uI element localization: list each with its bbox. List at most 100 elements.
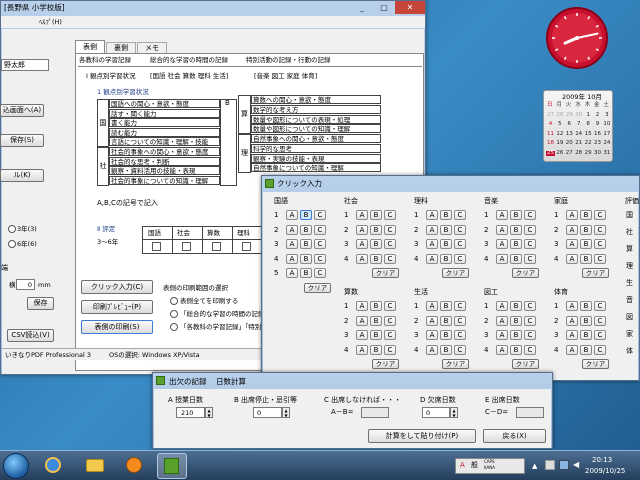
calendar-day[interactable]: 26 (555, 150, 564, 157)
calendar-day[interactable]: 12 (555, 131, 564, 138)
calendar-day[interactable]: 30 (574, 112, 583, 119)
taskbar-media-icon[interactable] (126, 457, 142, 473)
choice-a-button[interactable]: A (496, 344, 508, 355)
calendar-day[interactable]: 14 (574, 131, 583, 138)
calendar-day[interactable]: 7 (574, 121, 583, 128)
choice-b-button[interactable]: B (440, 315, 452, 326)
choice-b-button[interactable]: B (300, 253, 312, 264)
choice-a-button[interactable]: A (566, 239, 578, 249)
calendar-day[interactable]: 30 (593, 150, 602, 157)
save-button[interactable]: 保存(S) (0, 134, 44, 147)
choice-a-button[interactable]: A (566, 344, 578, 355)
choice-a-button[interactable]: A (496, 224, 508, 235)
choice-a-button[interactable]: A (356, 330, 368, 340)
choice-c-button[interactable]: C (594, 253, 606, 264)
section-tab-subjects[interactable]: 各教科の学習記録 (79, 57, 131, 64)
choice-a-button[interactable]: A (496, 315, 508, 326)
attendance-titlebar[interactable]: 出欠の記録 日数計算 (153, 373, 552, 388)
choice-a-button[interactable]: A (566, 315, 578, 326)
choice-a-button[interactable]: A (426, 315, 438, 326)
clear-button[interactable]: クリア (372, 359, 399, 369)
choice-b-button[interactable]: B (370, 239, 382, 249)
calc-paste-button[interactable]: 計算をして貼り付け(P) (368, 429, 476, 443)
calendar-day[interactable]: 22 (584, 140, 593, 147)
choice-c-button[interactable]: C (594, 330, 606, 340)
choice-a-button[interactable]: A (356, 315, 368, 326)
back-button[interactable]: 戻る(X) (483, 429, 546, 443)
choice-c-button[interactable]: C (314, 224, 326, 235)
tray-arrow-icon[interactable]: ▲ (532, 462, 540, 470)
close-button[interactable]: ✕ (395, 1, 425, 14)
calendar-day[interactable]: 9 (593, 121, 602, 128)
clock-date[interactable]: 2009/10/25 (585, 468, 625, 475)
choice-c-button[interactable]: C (314, 239, 326, 249)
tab-front[interactable]: 表側 (75, 40, 105, 53)
choice-b-button[interactable]: B (440, 239, 452, 249)
calendar-day[interactable]: 31 (602, 150, 611, 157)
section-tab-special[interactable]: 特別活動の記録・行動の記録 (246, 57, 331, 64)
menu-help[interactable]: ﾍﾙﾌﾟ(H) (39, 19, 62, 26)
clear-button[interactable]: クリア (442, 359, 469, 369)
main-titlebar[interactable]: [長野県 小学校版] _ □ ✕ (1, 1, 427, 15)
eval-box-sansu[interactable] (212, 242, 221, 251)
calendar-day[interactable]: 18 (546, 140, 555, 147)
calendar-day[interactable]: 29 (584, 150, 593, 157)
clear-button[interactable]: クリア (442, 268, 469, 278)
choice-c-button[interactable]: C (454, 224, 466, 235)
choice-a-button[interactable]: A (566, 330, 578, 340)
choice-a-button[interactable]: A (286, 253, 298, 264)
choice-b-button[interactable]: B (370, 344, 382, 355)
choice-a-button[interactable]: A (496, 301, 508, 311)
choice-c-button[interactable]: C (594, 210, 606, 220)
maximize-button[interactable]: □ (373, 1, 395, 14)
choice-b-button[interactable]: B (580, 315, 592, 326)
choice-c-button[interactable]: C (594, 315, 606, 326)
start-button[interactable] (3, 453, 29, 479)
click-input-button[interactable]: クリック入力(C) (81, 280, 153, 294)
print-integrated-radio[interactable] (170, 310, 178, 318)
choice-b-button[interactable]: B (370, 301, 382, 311)
choice-b-button[interactable]: B (580, 210, 592, 220)
choice-c-button[interactable]: C (454, 344, 466, 355)
eval-box-rika[interactable] (242, 242, 251, 251)
clear-button[interactable]: クリア (372, 268, 399, 278)
choice-b-button[interactable]: B (510, 253, 522, 264)
choice-b-button[interactable]: B (580, 224, 592, 235)
choice-b-button[interactable]: B (440, 301, 452, 311)
choice-a-button[interactable]: A (566, 301, 578, 311)
choice-b-button[interactable]: B (510, 224, 522, 235)
choice-a-button[interactable]: A (426, 210, 438, 220)
suspension-spinner[interactable]: ▲ ▼ (282, 407, 290, 418)
choice-b-button[interactable]: B (440, 330, 452, 340)
calendar-day[interactable]: 3 (602, 112, 611, 119)
subject-tab-group2[interactable]: [音楽 図工 家庭 体育] (254, 73, 317, 80)
choice-b-button[interactable]: B (580, 239, 592, 249)
calendar-gadget[interactable]: 2009年 10月 日月火水木金土 27 28 29 30 1 2 3 4 5 6 7 8 9 10 11 12… (543, 90, 613, 162)
choice-a-button[interactable]: A (426, 301, 438, 311)
choice-a-button[interactable]: A (426, 344, 438, 355)
choice-c-button[interactable]: C (454, 239, 466, 249)
choice-a-button[interactable]: A (286, 224, 298, 235)
eval-box-kokugo[interactable] (152, 242, 161, 251)
calendar-day[interactable]: 5 (555, 121, 564, 128)
eval-box-shakai[interactable] (182, 242, 191, 251)
choice-c-button[interactable]: C (594, 344, 606, 355)
choice-c-button[interactable]: C (594, 224, 606, 235)
choice-b-button[interactable]: B (370, 315, 382, 326)
calendar-day[interactable]: 23 (593, 140, 602, 147)
choice-c-button[interactable]: C (524, 224, 536, 235)
choice-b-button[interactable]: B (440, 210, 452, 220)
calendar-day[interactable]: 15 (584, 131, 593, 138)
csv-import-button[interactable]: CSV読込(V) (7, 329, 54, 342)
absence-input[interactable]: 0 (422, 407, 450, 418)
choice-c-button[interactable]: C (314, 253, 326, 264)
calendar-day[interactable]: 8 (584, 121, 593, 128)
tray-volume-icon[interactable]: ◀ (573, 460, 583, 470)
choice-a-button[interactable]: A (496, 253, 508, 264)
choice-c-button[interactable]: C (384, 253, 396, 264)
choice-c-button[interactable]: C (454, 330, 466, 340)
calendar-day[interactable]: 2 (593, 112, 602, 119)
calendar-day[interactable]: 28 (555, 112, 564, 119)
choice-c-button[interactable]: C (524, 239, 536, 249)
tray-network-icon[interactable] (559, 460, 569, 470)
